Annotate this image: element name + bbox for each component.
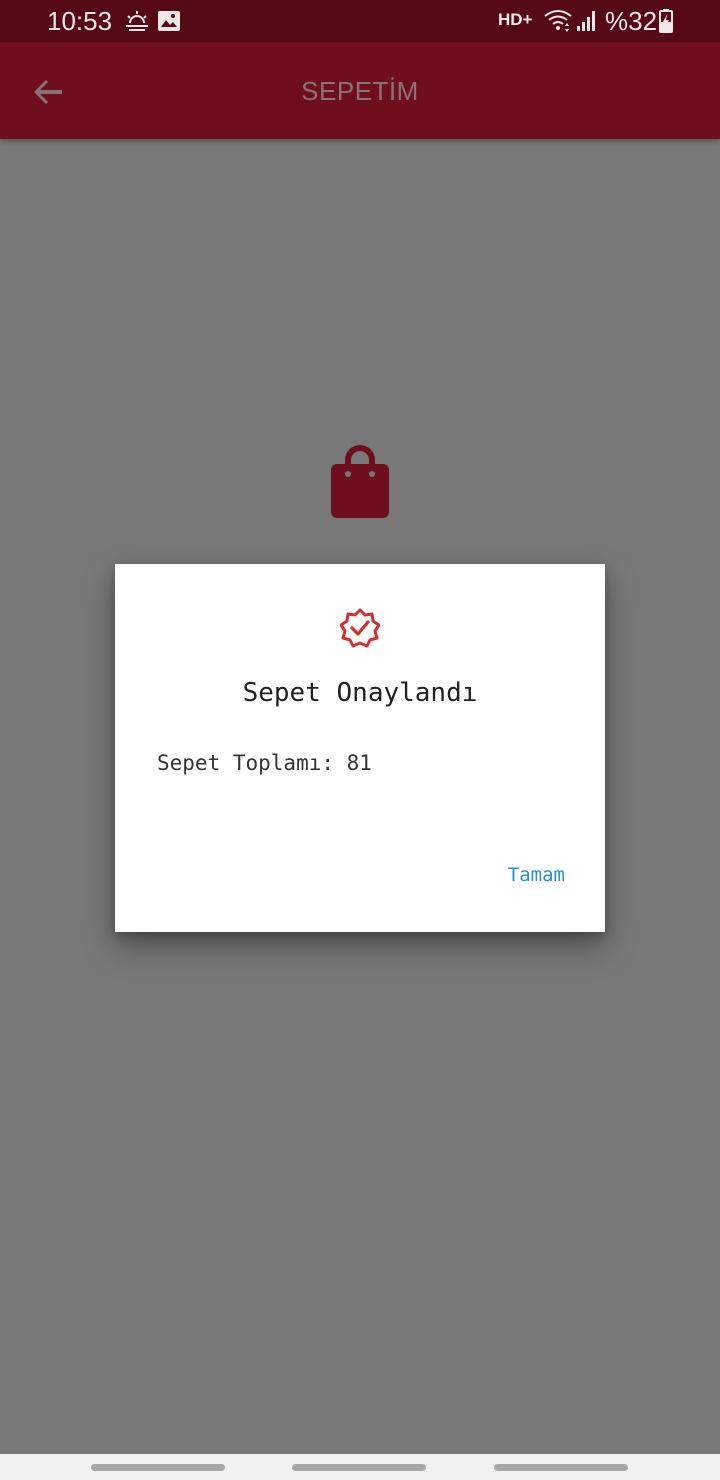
battery-percent: %32 (605, 6, 658, 36)
dialog-title: Sepet Onaylandı (242, 678, 478, 708)
status-bar: 10:53 HD+ %32 (0, 0, 720, 42)
gallery-icon (158, 11, 180, 31)
app-bar: SEPETİM (0, 42, 720, 139)
verified-badge-icon (340, 608, 380, 648)
shopping-bag-icon (331, 445, 389, 518)
screen: 10:53 HD+ %32 SEPETİM Sepet Onaylandı Se… (0, 0, 720, 1480)
dialog-message: Sepet Toplamı: 81 (157, 751, 372, 775)
wifi-icon (544, 10, 572, 32)
home-button[interactable] (292, 1464, 426, 1471)
page-title: SEPETİM (301, 76, 419, 106)
signal-icon (577, 11, 595, 31)
weather-sunrise-icon (126, 11, 148, 31)
system-nav-bar (0, 1454, 720, 1480)
battery-charging-icon (659, 9, 673, 33)
ok-button[interactable]: Tamam (508, 864, 565, 886)
confirmation-dialog: Sepet Onaylandı Sepet Toplamı: 81 Tamam (115, 564, 605, 932)
back-button[interactable] (494, 1464, 628, 1471)
recent-apps-button[interactable] (91, 1464, 225, 1471)
status-time: 10:53 (47, 6, 113, 36)
network-type-label: HD+ (498, 10, 533, 29)
